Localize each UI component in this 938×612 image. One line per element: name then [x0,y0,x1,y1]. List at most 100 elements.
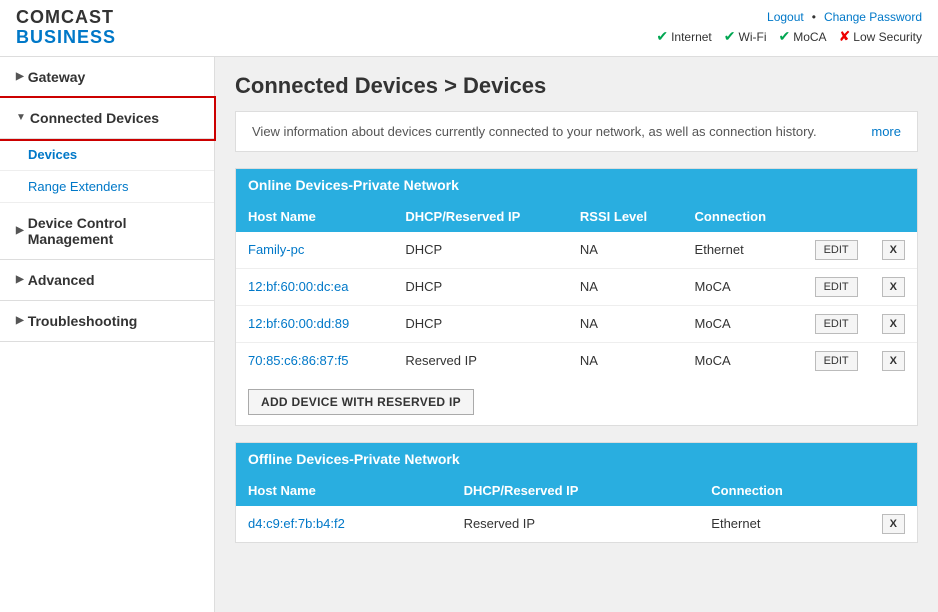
cell-rssi: NA [568,305,683,342]
col-dhcp: DHCP/Reserved IP [393,201,568,232]
host-link[interactable]: 70:85:c6:86:87:f5 [248,353,348,368]
moca-label: MoCA [793,30,826,44]
logo-business: BUSINESS [16,28,116,48]
sidebar-item-connected-devices[interactable]: ▼ Connected Devices [0,98,214,139]
cell-hostname: d4:c9:ef:7b:b4:f2 [236,506,452,542]
edit-button[interactable]: EDIT [815,240,858,260]
cell-edit: EDIT [803,305,870,342]
online-devices-section: Online Devices-Private Network Host Name… [235,168,918,426]
cell-rssi: NA [568,268,683,305]
sidebar-sub-devices-label: Devices [28,147,77,162]
sidebar-item-troubleshooting-label: Troubleshooting [28,313,138,329]
sidebar-item-connected-devices-label: Connected Devices [30,110,159,126]
cell-edit: EDIT [803,268,870,305]
status-bar: ✔ Internet ✔ Wi-Fi ✔ MoCA ✘ Low Security [656,28,922,45]
cell-dhcp: Reserved IP [452,506,700,542]
offline-col-hostname: Host Name [236,475,452,506]
info-box: View information about devices currently… [235,111,918,152]
cell-connection: Ethernet [683,232,803,269]
internet-status: ✔ Internet [656,28,711,45]
sidebar-item-advanced[interactable]: ▶ Advanced [0,260,214,301]
low-security-err-icon: ✘ [839,28,851,45]
page-title: Connected Devices > Devices [235,73,918,99]
cell-rssi: NA [568,232,683,269]
gateway-arrow-icon: ▶ [16,71,24,82]
col-edit [803,201,870,232]
cell-hostname: Family-pc [236,232,393,269]
advanced-arrow-icon: ▶ [16,274,24,285]
sidebar-item-gateway[interactable]: ▶ Gateway [0,57,214,98]
wifi-status: ✔ Wi-Fi [724,28,767,45]
sidebar-item-advanced-label: Advanced [28,272,95,288]
wifi-ok-icon: ✔ [724,28,736,45]
col-connection: Connection [683,201,803,232]
cell-hostname: 70:85:c6:86:87:f5 [236,342,393,379]
remove-button[interactable]: X [882,240,905,260]
remove-button[interactable]: X [882,277,905,297]
moca-status: ✔ MoCA [778,28,826,45]
internet-label: Internet [671,30,712,44]
edit-button[interactable]: EDIT [815,314,858,334]
sidebar-item-device-control[interactable]: ▶ Device Control Management [0,203,214,260]
wifi-label: Wi-Fi [739,30,767,44]
connected-devices-arrow-icon: ▼ [16,112,26,123]
remove-button[interactable]: X [882,314,905,334]
cell-remove: X [870,268,917,305]
cell-dhcp: DHCP [393,305,568,342]
cell-dhcp: Reserved IP [393,342,568,379]
sidebar-item-troubleshooting[interactable]: ▶ Troubleshooting [0,301,214,342]
troubleshooting-arrow-icon: ▶ [16,315,24,326]
host-link[interactable]: 12:bf:60:00:dd:89 [248,316,349,331]
sidebar-sub-devices[interactable]: Devices [0,139,214,171]
add-device-button[interactable]: ADD DEVICE WITH RESERVED IP [248,389,474,415]
offline-devices-section: Offline Devices-Private Network Host Nam… [235,442,918,543]
change-password-link[interactable]: Change Password [824,10,922,24]
cell-rssi: NA [568,342,683,379]
table-row: 12:bf:60:00:dd:89 DHCP NA MoCA EDIT X [236,305,917,342]
online-table-header-row: Host Name DHCP/Reserved IP RSSI Level Co… [236,201,917,232]
cell-remove: X [870,305,917,342]
table-row: d4:c9:ef:7b:b4:f2 Reserved IP Ethernet X [236,506,917,542]
low-security-status: ✘ Low Security [839,28,922,45]
cell-connection: MoCA [683,268,803,305]
internet-ok-icon: ✔ [656,28,668,45]
offline-table-header-row: Host Name DHCP/Reserved IP Connection [236,475,917,506]
cell-connection: Ethernet [699,506,869,542]
main-layout: ▶ Gateway ▼ Connected Devices Devices Ra… [0,57,938,612]
logo: COMCAST BUSINESS [16,8,116,48]
remove-button[interactable]: X [882,351,905,371]
edit-button[interactable]: EDIT [815,351,858,371]
offline-col-connection: Connection [699,475,869,506]
offline-devices-table: Host Name DHCP/Reserved IP Connection d4… [236,475,917,542]
sidebar-sub-range-extenders[interactable]: Range Extenders [0,171,214,203]
cell-connection: MoCA [683,305,803,342]
host-link[interactable]: Family-pc [248,242,304,257]
content: Connected Devices > Devices View informa… [215,57,938,612]
separator: • [812,10,816,24]
host-link[interactable]: 12:bf:60:00:dc:ea [248,279,348,294]
remove-button[interactable]: X [882,514,905,534]
table-row: 70:85:c6:86:87:f5 Reserved IP NA MoCA ED… [236,342,917,379]
table-row: Family-pc DHCP NA Ethernet EDIT X [236,232,917,269]
header-right: Logout • Change Password ✔ Internet ✔ Wi… [656,10,922,45]
cell-edit: EDIT [803,342,870,379]
low-security-label: Low Security [853,30,922,44]
table-row: 12:bf:60:00:dc:ea DHCP NA MoCA EDIT X [236,268,917,305]
sidebar-item-gateway-label: Gateway [28,69,86,85]
moca-ok-icon: ✔ [778,28,790,45]
col-rssi: RSSI Level [568,201,683,232]
logout-link[interactable]: Logout [767,10,804,24]
online-devices-table: Host Name DHCP/Reserved IP RSSI Level Co… [236,201,917,379]
col-remove [870,201,917,232]
cell-remove: X [870,506,917,542]
cell-dhcp: DHCP [393,232,568,269]
info-text: View information about devices currently… [252,124,817,139]
col-hostname: Host Name [236,201,393,232]
offline-col-dhcp: DHCP/Reserved IP [452,475,700,506]
more-link[interactable]: more [871,124,901,139]
cell-edit: EDIT [803,232,870,269]
edit-button[interactable]: EDIT [815,277,858,297]
cell-remove: X [870,342,917,379]
host-link[interactable]: d4:c9:ef:7b:b4:f2 [248,516,345,531]
logo-comcast: COMCAST [16,8,116,28]
